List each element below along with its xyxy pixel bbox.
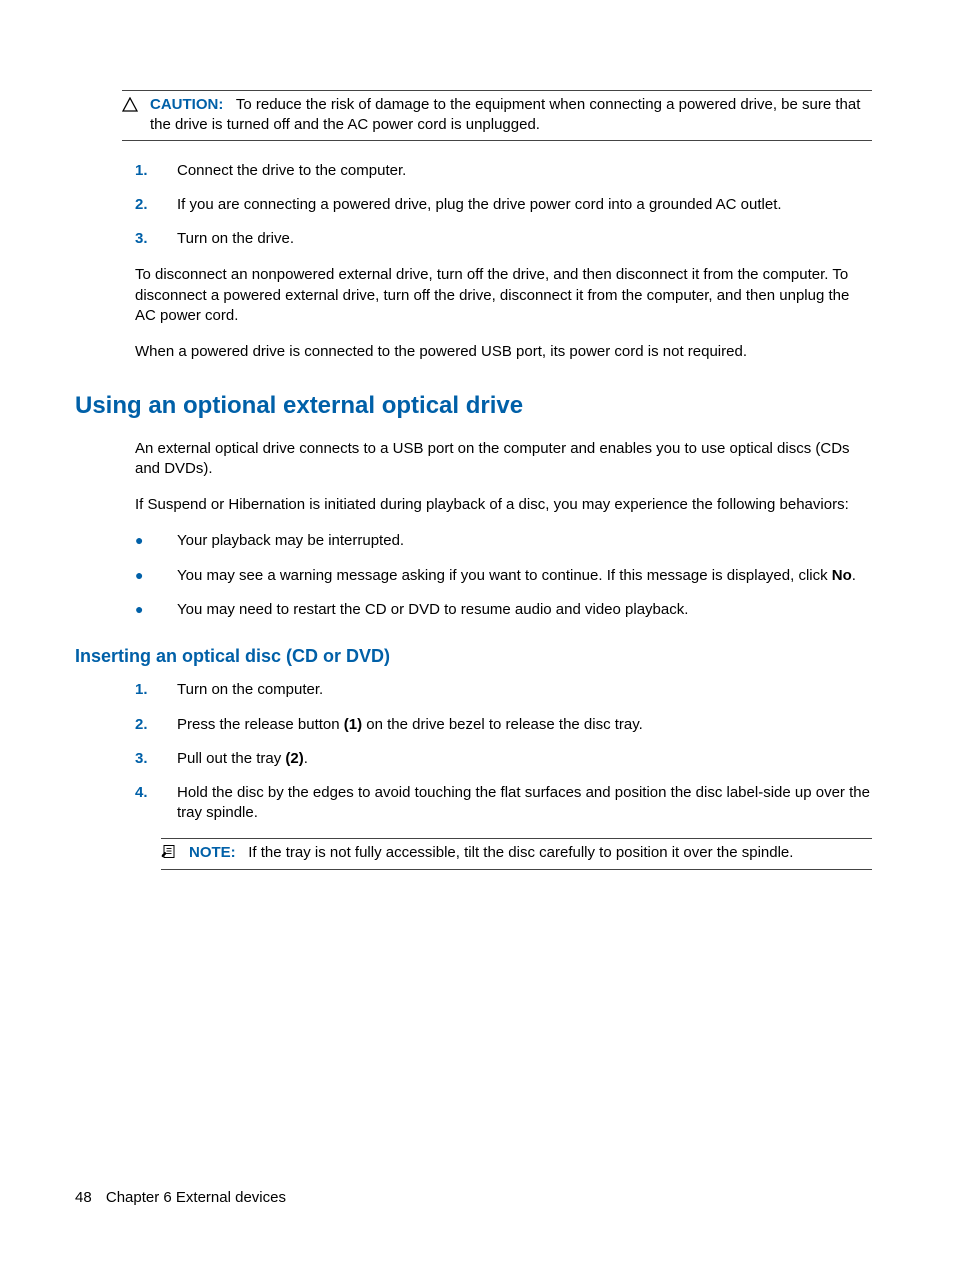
heading-inserting-disc: Inserting an optical disc (CD or DVD): [75, 644, 872, 668]
step-item: 1. Connect the drive to the computer.: [135, 161, 872, 181]
bullet-item: ● You may need to restart the CD or DVD …: [135, 600, 872, 620]
note-page-icon: [161, 844, 179, 865]
document-page: CAUTION: To reduce the risk of damage to…: [0, 0, 954, 1270]
bold-ref-2: (2): [285, 750, 303, 767]
page-footer: 48 Chapter 6 External devices: [75, 1188, 286, 1208]
bullet-item: ● You may see a warning message asking i…: [135, 566, 872, 586]
bullet-list: ● Your playback may be interrupted. ● Yo…: [135, 531, 872, 620]
step-number: 3.: [135, 749, 177, 769]
caution-label: CAUTION:: [150, 96, 223, 113]
heading-using-optical-drive: Using an optional external optical drive: [75, 390, 872, 422]
bullet-text: You may need to restart the CD or DVD to…: [177, 600, 872, 620]
bullet-icon: ●: [135, 600, 177, 620]
paragraph-optical-intro: An external optical drive connects to a …: [135, 439, 872, 480]
step-item: 2. Press the release button (1) on the d…: [135, 715, 872, 735]
paragraph-disconnect: To disconnect an nonpowered external dri…: [135, 265, 872, 326]
bullet-icon: ●: [135, 531, 177, 551]
step-item: 3. Turn on the drive.: [135, 229, 872, 249]
step-number: 2.: [135, 715, 177, 735]
bullet-icon: ●: [135, 566, 177, 586]
step-text: Connect the drive to the computer.: [177, 161, 872, 181]
step-number: 4.: [135, 783, 177, 803]
bullet-text: You may see a warning message asking if …: [177, 566, 872, 586]
steps-list-2: 1. Turn on the computer. 2. Press the re…: [135, 680, 872, 823]
step-text: Turn on the drive.: [177, 229, 872, 249]
step-text: Hold the disc by the edges to avoid touc…: [177, 783, 872, 824]
paragraph-suspend-behaviors: If Suspend or Hibernation is initiated d…: [135, 495, 872, 515]
note-text: NOTE: If the tray is not fully accessibl…: [189, 843, 793, 863]
step-item: 4. Hold the disc by the edges to avoid t…: [135, 783, 872, 824]
step-item: 1. Turn on the computer.: [135, 680, 872, 700]
caution-body: To reduce the risk of damage to the equi…: [150, 96, 860, 133]
step-text: Pull out the tray (2).: [177, 749, 872, 769]
chapter-label: Chapter 6 External devices: [106, 1189, 286, 1206]
bold-no: No: [832, 567, 852, 584]
step-number: 3.: [135, 229, 177, 249]
note-body: If the tray is not fully accessible, til…: [248, 844, 793, 861]
step-text: If you are connecting a powered drive, p…: [177, 195, 872, 215]
step-number: 2.: [135, 195, 177, 215]
note-label: NOTE:: [189, 844, 236, 861]
note-box: NOTE: If the tray is not fully accessibl…: [161, 838, 872, 870]
caution-triangle-icon: [122, 97, 140, 118]
step-text: Turn on the computer.: [177, 680, 872, 700]
step-item: 3. Pull out the tray (2).: [135, 749, 872, 769]
step-number: 1.: [135, 680, 177, 700]
page-number: 48: [75, 1189, 92, 1206]
caution-box: CAUTION: To reduce the risk of damage to…: [122, 90, 872, 141]
bold-ref-1: (1): [344, 716, 362, 733]
paragraph-powered-usb: When a powered drive is connected to the…: [135, 342, 872, 362]
step-number: 1.: [135, 161, 177, 181]
bullet-item: ● Your playback may be interrupted.: [135, 531, 872, 551]
step-text: Press the release button (1) on the driv…: [177, 715, 872, 735]
bullet-text: Your playback may be interrupted.: [177, 531, 872, 551]
steps-list-1: 1. Connect the drive to the computer. 2.…: [135, 161, 872, 250]
caution-text: CAUTION: To reduce the risk of damage to…: [150, 95, 872, 136]
step-item: 2. If you are connecting a powered drive…: [135, 195, 872, 215]
